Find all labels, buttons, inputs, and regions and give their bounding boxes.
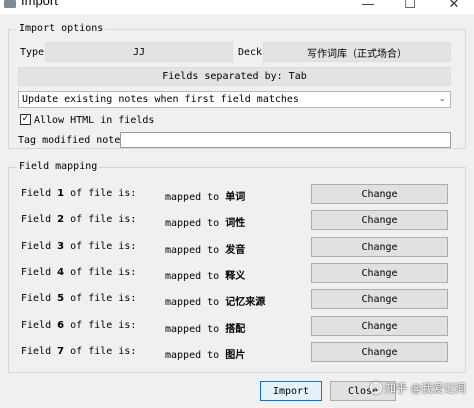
type-label: Type	[20, 47, 45, 58]
mapped-to-text: mapped to	[165, 218, 220, 229]
change-button[interactable]: Change	[311, 237, 448, 257]
field-prefix: Field	[21, 267, 52, 278]
field-target-label: mapped to 搭配	[165, 320, 245, 335]
change-button[interactable]: Change	[311, 316, 448, 336]
app-icon	[4, 0, 16, 8]
update-mode-value: Update existing notes when first field m…	[22, 94, 299, 105]
deck-selector-button[interactable]: 写作词库（正式场合）	[263, 42, 451, 62]
field-target-label: mapped to 单词	[165, 188, 245, 203]
field-prefix: Field	[21, 320, 52, 331]
field-mapping-title: Field mapping	[17, 161, 100, 172]
mapped-to-text: mapped to	[165, 192, 220, 203]
field-source-label: Field 3 of file is:	[21, 241, 136, 252]
field-number: 7	[57, 346, 65, 357]
change-button[interactable]: Change	[311, 289, 448, 309]
mapped-to-text: mapped to	[165, 350, 220, 361]
change-button[interactable]: Change	[311, 184, 448, 204]
field-number: 6	[57, 320, 65, 331]
field-number: 1	[57, 188, 65, 199]
field-suffix: of file is:	[70, 188, 137, 199]
allow-html-label: Allow HTML in fields	[34, 115, 155, 126]
target-field-name: 发音	[225, 245, 246, 256]
field-suffix: of file is:	[70, 214, 137, 225]
field-target-label: mapped to 记忆来源	[165, 293, 265, 308]
field-number: 4	[57, 267, 65, 278]
window-title: Import	[21, 0, 58, 8]
field-suffix: of file is:	[70, 346, 137, 357]
field-number: 3	[57, 241, 65, 252]
target-field-name: 词性	[225, 218, 246, 229]
field-number: 2	[57, 214, 65, 225]
import-options-title: Import options	[17, 23, 106, 34]
separator-button[interactable]: Fields separated by: Tab	[18, 67, 451, 86]
tag-modified-label: Tag modified notes:	[18, 135, 133, 146]
field-suffix: of file is:	[70, 241, 137, 252]
title-bar: Import — ☐ ✕	[0, 0, 474, 14]
field-prefix: Field	[21, 293, 52, 304]
field-prefix: Field	[21, 214, 52, 225]
minimize-icon[interactable]: —	[358, 0, 378, 13]
mapped-to-text: mapped to	[165, 271, 220, 282]
field-target-label: mapped to 释义	[165, 267, 245, 282]
field-source-label: Field 6 of file is:	[21, 320, 136, 331]
field-target-label: mapped to 词性	[165, 214, 245, 229]
field-source-label: Field 4 of file is:	[21, 267, 136, 278]
type-selector-button[interactable]: JJ	[45, 42, 233, 62]
update-mode-select[interactable]: Update existing notes when first field m…	[18, 91, 451, 108]
field-suffix: of file is:	[70, 320, 137, 331]
field-source-label: Field 5 of file is:	[21, 293, 136, 304]
target-field-name: 释义	[225, 271, 246, 282]
allow-html-checkbox[interactable]: ✓	[20, 114, 31, 125]
watermark: 知乎 @我爱记词	[370, 378, 466, 398]
change-button[interactable]: Change	[311, 342, 448, 362]
field-number: 5	[57, 293, 65, 304]
maximize-icon[interactable]: ☐	[400, 0, 420, 13]
mapped-to-text: mapped to	[165, 297, 220, 308]
watermark-logo-icon	[370, 382, 382, 394]
field-suffix: of file is:	[70, 293, 137, 304]
field-prefix: Field	[21, 241, 52, 252]
field-suffix: of file is:	[70, 267, 137, 278]
field-source-label: Field 7 of file is:	[21, 346, 136, 357]
target-field-name: 记忆来源	[225, 297, 266, 308]
field-prefix: Field	[21, 346, 52, 357]
mapped-to-text: mapped to	[165, 245, 220, 256]
chevron-down-icon: ⌄	[438, 94, 446, 104]
field-source-label: Field 1 of file is:	[21, 188, 136, 199]
target-field-name: 图片	[225, 350, 246, 361]
close-icon[interactable]: ✕	[444, 0, 464, 13]
field-source-label: Field 2 of file is:	[21, 214, 136, 225]
mapped-to-text: mapped to	[165, 324, 220, 335]
target-field-name: 单词	[225, 192, 246, 203]
deck-label: Deck	[238, 47, 263, 58]
change-button[interactable]: Change	[311, 210, 448, 230]
target-field-name: 搭配	[225, 324, 246, 335]
tag-modified-input[interactable]	[120, 132, 451, 148]
field-target-label: mapped to 发音	[165, 241, 245, 256]
field-prefix: Field	[21, 188, 52, 199]
field-target-label: mapped to 图片	[165, 346, 245, 361]
import-button[interactable]: Import	[260, 381, 322, 401]
change-button[interactable]: Change	[311, 263, 448, 283]
watermark-text: 知乎 @我爱记词	[385, 382, 466, 395]
